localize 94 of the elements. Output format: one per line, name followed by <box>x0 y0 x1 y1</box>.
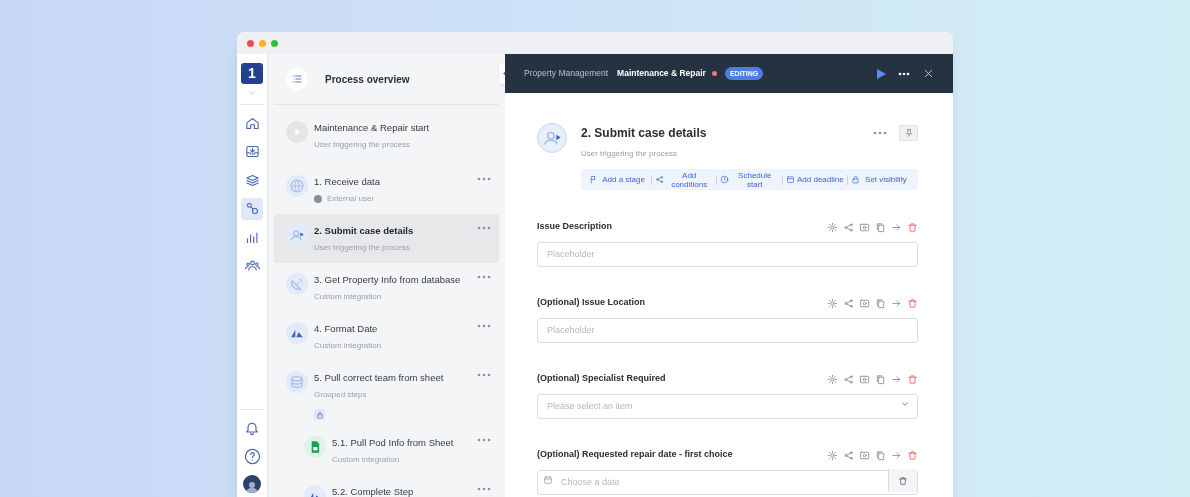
step-item[interactable]: 5.1. Pull Pod Info from Sheet Custom integration <box>274 426 499 475</box>
trash-icon[interactable] <box>907 297 918 309</box>
toolbar-button[interactable]: Add deadline <box>782 175 848 184</box>
flag-icon <box>589 175 598 184</box>
toolbar-button[interactable]: Schedule start <box>717 170 782 189</box>
spreadsheet-icon <box>304 436 326 458</box>
preview-icon[interactable] <box>859 297 870 309</box>
step-item[interactable]: 4. Format Date Custom integration <box>274 312 499 361</box>
step-subtitle: Custom integration <box>314 340 382 352</box>
gear-icon[interactable] <box>827 297 838 309</box>
step-title: 2. Submit case details <box>581 125 707 142</box>
share-icon[interactable] <box>843 221 854 233</box>
step-title: 1. Receive data <box>314 175 381 188</box>
step-item[interactable]: Maintenance & Repair start User triggering the process <box>274 111 499 165</box>
step-subtitle: Custom integration <box>332 454 400 466</box>
copy-icon[interactable] <box>875 221 886 233</box>
share-icon[interactable] <box>843 449 854 461</box>
help-icon[interactable] <box>243 448 261 465</box>
play-icon[interactable] <box>877 68 886 79</box>
input-field[interactable]: Placeholder <box>537 317 918 343</box>
trash-icon[interactable] <box>907 221 918 233</box>
process-icon[interactable] <box>241 197 263 220</box>
step-title: 5.2. Complete Step <box>332 485 415 497</box>
user-avatar[interactable] <box>243 475 261 493</box>
lock-icon[interactable] <box>314 409 325 420</box>
step-subtitle: Grouped steps <box>314 389 367 401</box>
field-label: (Optional) Requested repair date - first choice <box>537 448 733 462</box>
field-label: (Optional) Issue Location <box>537 296 645 310</box>
satellite-dish-icon <box>286 273 308 295</box>
copy-icon[interactable] <box>875 373 886 385</box>
arrow-right-icon[interactable] <box>891 221 902 233</box>
user-play-icon <box>286 224 308 246</box>
workspace-logo[interactable]: 1 <box>241 63 263 84</box>
copy-icon[interactable] <box>875 297 886 309</box>
user-play-icon <box>537 123 567 153</box>
toolbar-button[interactable]: Add conditions <box>651 170 717 189</box>
list-icon[interactable] <box>286 68 308 90</box>
pin-icon <box>903 127 914 138</box>
step-subtitle: Custom integration <box>314 291 382 303</box>
share-icon[interactable] <box>843 297 854 309</box>
field-label: Issue Description <box>537 220 613 234</box>
gear-icon[interactable] <box>827 221 838 233</box>
step-subtitle: User triggering the process <box>314 242 411 254</box>
share-icon <box>654 175 664 184</box>
stack-icon <box>286 371 308 393</box>
close-icon[interactable] <box>923 68 934 79</box>
step-item[interactable]: 5. Pull correct team from sheet Grouped steps <box>274 361 499 426</box>
step-title: 5.1. Pull Pod Info from Sheet <box>332 436 455 449</box>
date-field[interactable]: Choose a date <box>537 469 918 495</box>
step-subtitle: External user <box>327 193 375 205</box>
play-icon <box>286 121 308 143</box>
arrow-right-icon[interactable] <box>891 373 902 385</box>
gear-icon[interactable] <box>827 373 838 385</box>
calendar-icon <box>785 175 795 184</box>
trash-icon[interactable] <box>907 373 918 385</box>
shapes-icon <box>286 322 308 344</box>
clear-date-button[interactable] <box>888 469 917 492</box>
trash-icon[interactable] <box>907 449 918 461</box>
arrow-right-icon[interactable] <box>891 297 902 309</box>
pin-button[interactable] <box>899 124 918 141</box>
trash-icon <box>898 475 908 486</box>
preview-icon[interactable] <box>859 373 870 385</box>
chevron-down-icon[interactable] <box>900 399 910 409</box>
toolbar-button[interactable]: Set visibility <box>848 175 913 184</box>
preview-icon[interactable] <box>859 221 870 233</box>
more-options-icon[interactable] <box>898 71 910 76</box>
clock-icon <box>720 175 730 184</box>
input-field[interactable]: Placeholder <box>537 241 918 267</box>
step-item[interactable]: 1. Receive data External user <box>274 165 499 214</box>
process-name: Maintenance & Repair <box>617 67 706 80</box>
toolbar-button[interactable]: Add a stage <box>586 175 651 184</box>
step-title: Maintenance & Repair start <box>314 121 431 134</box>
arrow-right-icon[interactable] <box>891 449 902 461</box>
step-item[interactable]: 3. Get Property Info from database Custom integration <box>274 263 499 312</box>
step-title: 3. Get Property Info from database <box>314 273 462 286</box>
step-item[interactable]: 2. Submit case details User triggering the process <box>274 214 499 263</box>
select-field[interactable]: Please select an item <box>537 393 918 419</box>
copy-icon[interactable] <box>875 449 886 461</box>
share-icon[interactable] <box>843 373 854 385</box>
step-title: 4. Format Date <box>314 322 379 335</box>
lock-icon <box>851 175 861 184</box>
gear-icon[interactable] <box>827 449 838 461</box>
step-title: 5. Pull correct team from sheet <box>314 371 445 384</box>
breadcrumb-link[interactable]: Property Management <box>524 67 609 80</box>
step-title: 2. Submit case details <box>314 224 415 237</box>
calendar-icon <box>543 475 553 485</box>
step-subtitle: User triggering the process <box>581 148 679 160</box>
field-label: (Optional) Specialist Required <box>537 372 666 386</box>
notification-bell-icon[interactable] <box>244 420 260 436</box>
step-item[interactable]: 5.2. Complete Step <box>274 475 499 497</box>
panel-title: Process overview <box>325 72 410 87</box>
chevron-down-icon[interactable] <box>246 88 258 98</box>
step-subtitle: User triggering the process <box>314 139 411 151</box>
preview-icon[interactable] <box>859 449 870 461</box>
